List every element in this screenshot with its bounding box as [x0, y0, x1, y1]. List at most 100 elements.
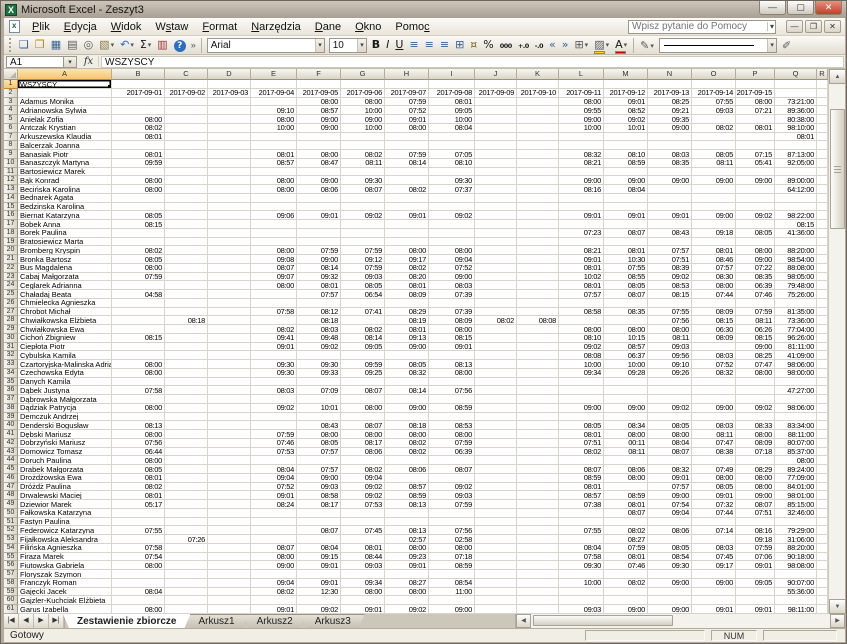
cell[interactable] — [517, 343, 559, 352]
menu-dane[interactable]: Dane — [308, 19, 348, 35]
cell[interactable] — [208, 176, 251, 185]
cell[interactable]: 09:00 — [429, 273, 475, 282]
cell[interactable] — [208, 150, 251, 159]
cell[interactable]: 09:00 — [736, 255, 775, 264]
cell[interactable]: 08:25 — [648, 98, 692, 107]
cell[interactable] — [112, 395, 165, 404]
row-header-1[interactable]: 1 — [4, 80, 18, 89]
cell[interactable]: 2017-09-06 — [341, 89, 385, 98]
align-right-icon[interactable]: ≡ — [438, 36, 451, 53]
cell[interactable] — [165, 299, 208, 308]
cell[interactable] — [475, 579, 517, 588]
cell[interactable]: 08:00 — [112, 115, 165, 124]
cell[interactable] — [736, 378, 775, 387]
cell[interactable] — [817, 176, 828, 185]
cell[interactable] — [208, 509, 251, 518]
cell[interactable]: 09:05 — [429, 106, 475, 115]
font-name-select[interactable]: Arial ▾ — [207, 38, 325, 53]
cell[interactable] — [475, 413, 517, 422]
cell[interactable]: 2017-09-08 — [429, 89, 475, 98]
cell[interactable]: 73:21:00 — [775, 98, 817, 107]
cell[interactable]: 08:00 — [736, 430, 775, 439]
cell[interactable]: 08:14 — [297, 264, 341, 273]
cell[interactable] — [736, 133, 775, 142]
cell[interactable]: 10:00 — [341, 124, 385, 133]
cell[interactable] — [297, 80, 341, 89]
cell[interactable] — [112, 299, 165, 308]
cell[interactable]: 08:00 — [112, 369, 165, 378]
cell[interactable]: 08:02 — [604, 579, 648, 588]
cell[interactable] — [604, 483, 648, 492]
cell[interactable]: 07:32 — [692, 500, 736, 509]
cell[interactable]: 08:25 — [736, 351, 775, 360]
cell[interactable]: 07:53 — [251, 448, 297, 457]
cell[interactable]: 08:00 — [112, 456, 165, 465]
cell[interactable]: 06:39 — [429, 448, 475, 457]
cell[interactable] — [112, 98, 165, 107]
cell[interactable]: 10:00 — [559, 124, 604, 133]
font-size-select[interactable]: 10 ▾ — [329, 38, 367, 53]
cell[interactable] — [817, 360, 828, 369]
cell[interactable]: 09:01 — [736, 605, 775, 614]
cell[interactable]: 09:00 — [297, 115, 341, 124]
cell[interactable] — [208, 246, 251, 255]
cell[interactable] — [165, 141, 208, 150]
cell[interactable]: 09:10 — [251, 106, 297, 115]
cell[interactable] — [165, 448, 208, 457]
cell[interactable] — [692, 299, 736, 308]
cell[interactable]: 2017-09-14 — [692, 89, 736, 98]
cell[interactable]: 08:00 — [604, 430, 648, 439]
cell[interactable] — [517, 211, 559, 220]
cell[interactable] — [517, 588, 559, 597]
cell[interactable]: Dobrzyński Mariusz — [18, 439, 112, 448]
cell[interactable] — [112, 168, 165, 177]
scroll-right-icon[interactable]: ▶ — [830, 614, 845, 628]
cell[interactable] — [692, 115, 736, 124]
cell[interactable]: 08:00 — [251, 246, 297, 255]
cell[interactable] — [112, 80, 165, 89]
cell[interactable] — [559, 378, 604, 387]
cell[interactable] — [559, 238, 604, 247]
cell[interactable]: 08:03 — [692, 351, 736, 360]
cell[interactable]: 08:18 — [297, 316, 341, 325]
cell[interactable]: 08:00 — [429, 246, 475, 255]
cell[interactable]: 09:12 — [341, 255, 385, 264]
cell[interactable]: 02:58 — [429, 535, 475, 544]
cell[interactable]: 07:59 — [736, 308, 775, 317]
cell[interactable] — [559, 203, 604, 212]
cell[interactable] — [429, 80, 475, 89]
cell[interactable]: 08:02 — [604, 526, 648, 535]
cell[interactable]: 07:41 — [341, 308, 385, 317]
cell[interactable]: 07:57 — [648, 483, 692, 492]
cell[interactable] — [208, 605, 251, 614]
cell[interactable]: 09:30 — [559, 561, 604, 570]
cell[interactable] — [429, 596, 475, 605]
cell[interactable]: 07:58 — [112, 544, 165, 553]
cell[interactable]: 09:00 — [604, 176, 648, 185]
cell[interactable] — [817, 133, 828, 142]
cell[interactable]: 08:04 — [297, 544, 341, 553]
cell[interactable] — [208, 343, 251, 352]
cell[interactable] — [736, 456, 775, 465]
cell[interactable] — [165, 115, 208, 124]
cell[interactable] — [692, 238, 736, 247]
cell[interactable] — [165, 168, 208, 177]
cell[interactable] — [775, 89, 817, 98]
cell[interactable] — [692, 456, 736, 465]
menu-plik[interactable]: Plik — [25, 19, 57, 35]
cell[interactable] — [817, 229, 828, 238]
cell[interactable] — [208, 413, 251, 422]
column-header-L[interactable]: L — [559, 69, 604, 80]
cell[interactable] — [475, 168, 517, 177]
cell[interactable]: 08:13 — [112, 421, 165, 430]
cell[interactable] — [165, 518, 208, 527]
cell[interactable] — [517, 159, 559, 168]
horizontal-scrollbar[interactable]: ◀ ▶ — [515, 614, 845, 628]
help-question-input[interactable] — [629, 21, 767, 33]
cell[interactable]: 98:05:00 — [775, 273, 817, 282]
cell[interactable] — [429, 413, 475, 422]
cell[interactable] — [165, 185, 208, 194]
cell[interactable]: 07:18 — [736, 448, 775, 457]
cell[interactable]: 08:54 — [648, 553, 692, 562]
cell[interactable] — [385, 80, 429, 89]
